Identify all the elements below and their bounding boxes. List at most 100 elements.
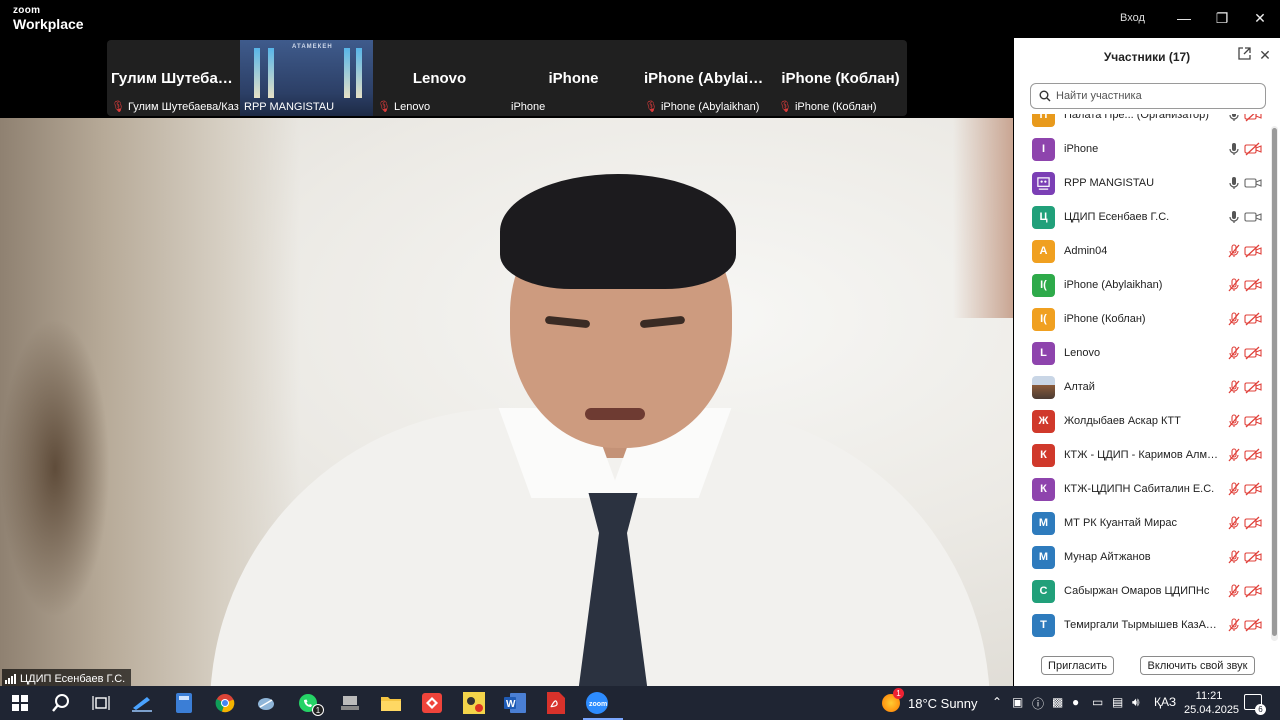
camera-off-icon[interactable] <box>1244 618 1262 632</box>
camera-off-icon[interactable] <box>1244 550 1262 564</box>
tray-app-icon[interactable]: ▣ <box>1012 695 1023 709</box>
microphone-icon[interactable] <box>1227 114 1241 122</box>
camera-off-icon[interactable] <box>1244 584 1262 598</box>
windows-start-icon[interactable] <box>6 690 34 716</box>
tray-mic-icon[interactable]: ● <box>1072 695 1079 709</box>
microphone-muted-icon[interactable] <box>1227 448 1241 462</box>
microphone-muted-icon[interactable] <box>1227 550 1241 564</box>
bird-app-icon[interactable] <box>252 690 280 716</box>
close-icon[interactable]: ✕ <box>1257 47 1273 63</box>
language-indicator[interactable]: ҚАЗ <box>1154 695 1176 709</box>
login-button[interactable]: Вход <box>1120 12 1145 24</box>
microphone-muted-icon[interactable] <box>1227 584 1241 598</box>
participant-row[interactable]: К КТЖ-ЦДИПН Сабиталин Е.С. <box>1014 472 1272 506</box>
camera-off-icon[interactable] <box>1244 516 1262 530</box>
scrollbar[interactable] <box>1271 126 1278 641</box>
minimize-icon[interactable]: — <box>1174 8 1194 28</box>
camera-off-icon[interactable] <box>1244 414 1262 428</box>
file-explorer-icon[interactable] <box>377 690 405 716</box>
participant-row[interactable]: Ж Жолдыбаев Аскар КТТ <box>1014 404 1272 438</box>
search-input[interactable] <box>1056 90 1256 102</box>
microphone-muted-icon[interactable] <box>1227 516 1241 530</box>
participant-row[interactable]: М МТ РК Куантай Мирас <box>1014 506 1272 540</box>
camera-off-icon[interactable] <box>1244 380 1262 394</box>
camera-off-icon[interactable] <box>1244 482 1262 496</box>
battery-icon[interactable]: ▭ <box>1092 695 1103 709</box>
zoom-app-icon[interactable]: zoom <box>583 690 623 720</box>
participant-row[interactable]: К КТЖ - ЦДИП - Каримов Алмас ... <box>1014 438 1272 472</box>
gallery-tile[interactable]: Lenovo 🎙︎ Lenovo <box>373 40 506 116</box>
camera-off-icon[interactable] <box>1244 142 1262 156</box>
microphone-muted-icon[interactable] <box>1227 244 1241 258</box>
volume-icon[interactable]: 🔊︎ <box>1132 695 1140 710</box>
clock[interactable]: 11:21 25.04.2025 <box>1184 689 1239 717</box>
microphone-muted-icon[interactable] <box>1227 414 1241 428</box>
microphone-icon[interactable] <box>1227 142 1241 156</box>
participant-row[interactable]: П Палата Пре... (Организатор) <box>1014 114 1272 132</box>
weather-widget[interactable]: 1 18°C Sunny <box>882 688 978 712</box>
participant-row[interactable]: I(iPhone (Коблан) <box>1014 302 1272 336</box>
notification-icon[interactable]: 6 <box>1244 694 1266 715</box>
microphone-muted-icon[interactable] <box>1227 618 1241 632</box>
calculator-icon[interactable] <box>170 690 198 716</box>
flag-image <box>268 48 274 98</box>
task-view-icon[interactable] <box>87 690 115 716</box>
room-system-icon <box>1032 171 1055 195</box>
word-icon[interactable]: W <box>501 690 529 716</box>
unmute-self-button[interactable]: Включить свой звук <box>1140 656 1255 675</box>
flag-image <box>356 48 362 98</box>
sun-icon: 1 <box>882 688 904 712</box>
search-box[interactable] <box>1030 83 1266 109</box>
chevron-up-icon[interactable]: ⌃ <box>992 695 1002 709</box>
camera-icon[interactable] <box>1244 210 1262 224</box>
camera-off-icon[interactable] <box>1244 346 1262 360</box>
participant-row[interactable]: Алтай <box>1014 370 1272 404</box>
gallery-tile-video[interactable]: АТАМЕКЕН RPP MANGISTAU <box>240 40 373 116</box>
active-speaker-video[interactable]: ЦДИП Есенбаев Г.С. <box>0 118 1013 686</box>
camera-icon[interactable] <box>1244 176 1262 190</box>
pen-app-icon[interactable] <box>128 690 156 716</box>
gallery-tile[interactable]: iPhone (Abylaik... 🎙︎ iPhone (Abylaikhan) <box>640 40 773 116</box>
microphone-muted-icon[interactable] <box>1227 380 1241 394</box>
participant-name: iPhone <box>1064 143 1099 155</box>
participant-row[interactable]: Т Темиргали Тырмышев КазАПО <box>1014 608 1272 642</box>
invite-button[interactable]: Пригласить <box>1041 656 1114 675</box>
pdf-reader-icon[interactable] <box>542 690 570 716</box>
gallery-tile[interactable]: Гулим Шутебае... 🎙︎ Гулим Шутебаева/Каз..… <box>107 40 240 116</box>
network-icon[interactable]: ▤ <box>1112 695 1123 709</box>
search-icon[interactable] <box>47 690 75 716</box>
popout-icon[interactable] <box>1236 47 1252 63</box>
microphone-muted-icon[interactable] <box>1227 278 1241 292</box>
participant-row[interactable]: С Сабыржан Омаров ЦДИПНс <box>1014 574 1272 608</box>
game-app-icon[interactable] <box>460 690 488 716</box>
restore-icon[interactable]: ❐ <box>1212 8 1232 28</box>
chrome-icon[interactable] <box>211 690 239 716</box>
camera-off-icon[interactable] <box>1244 312 1262 326</box>
avatar: Т <box>1032 613 1055 637</box>
whatsapp-icon[interactable]: 1 <box>294 690 324 716</box>
network-app-icon[interactable] <box>336 690 364 716</box>
participant-row[interactable]: A Admin04 <box>1014 234 1272 268</box>
tray-camera-icon[interactable]: ▩ <box>1052 695 1063 709</box>
anydesk-icon[interactable] <box>418 690 446 716</box>
camera-off-icon[interactable] <box>1244 448 1262 462</box>
participant-row[interactable]: IiPhone <box>1014 132 1272 166</box>
microphone-muted-icon[interactable] <box>1227 482 1241 496</box>
camera-off-icon[interactable] <box>1244 244 1262 258</box>
microphone-muted-icon[interactable] <box>1227 346 1241 360</box>
gallery-tile[interactable]: iPhone (Коблан) 🎙︎ iPhone (Коблан) <box>774 40 907 116</box>
tray-info-icon[interactable]: ⓘ <box>1032 695 1044 712</box>
participant-row[interactable]: RPP MANGISTAU <box>1014 166 1272 200</box>
microphone-muted-icon[interactable] <box>1227 312 1241 326</box>
microphone-icon[interactable] <box>1227 176 1241 190</box>
camera-off-icon[interactable] <box>1244 114 1262 122</box>
camera-off-icon[interactable] <box>1244 278 1262 292</box>
participant-row[interactable]: I(iPhone (Abylaikhan) <box>1014 268 1272 302</box>
participants-panel: Участники (17) ✕ ППалата Пре... (Организ… <box>1014 38 1280 686</box>
close-window-icon[interactable]: ✕ <box>1250 8 1270 28</box>
gallery-tile[interactable]: iPhone iPhone <box>507 40 640 116</box>
participant-row[interactable]: М Мунар Айтжанов <box>1014 540 1272 574</box>
microphone-icon[interactable] <box>1227 210 1241 224</box>
participant-row[interactable]: Ц ЦДИП Есенбаев Г.С. <box>1014 200 1272 234</box>
participant-row[interactable]: L Lenovo <box>1014 336 1272 370</box>
